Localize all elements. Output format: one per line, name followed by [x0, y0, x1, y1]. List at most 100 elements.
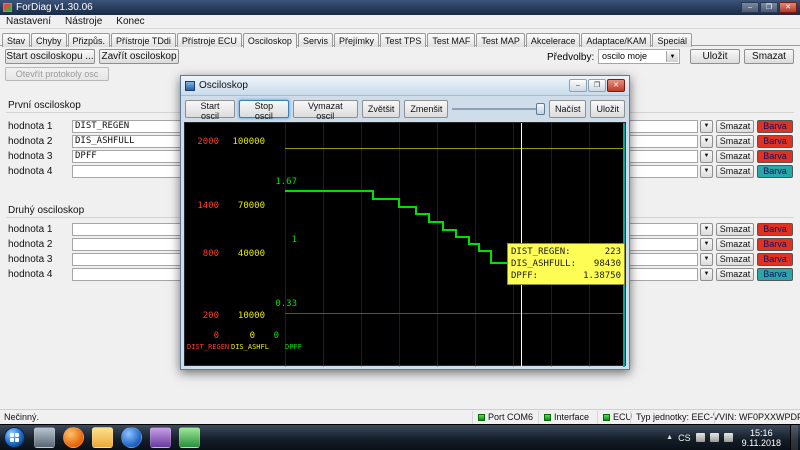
value-dropdown-button[interactable]: ▼	[700, 165, 713, 178]
row-color-button[interactable]: Barva	[757, 165, 793, 178]
preset-delete-button[interactable]: Smazat	[744, 49, 794, 64]
scope-minimize-button[interactable]: –	[569, 79, 587, 92]
tab-test-maf[interactable]: Test MAF	[427, 33, 475, 47]
row-color-button[interactable]: Barva	[757, 223, 793, 236]
status-unit-type: Typ jednotky: EEC-V	[636, 412, 719, 422]
status-vin: VIN: WF0PXXWPDP9M8780	[719, 412, 800, 422]
scope-zoom-in-button[interactable]: Zvětšit	[362, 100, 401, 118]
media-player-icon[interactable]	[121, 427, 142, 448]
window-title: ForDiag v1.30.06	[16, 2, 93, 13]
start-button[interactable]	[4, 427, 25, 448]
presets-label: Předvolby:	[547, 52, 594, 63]
menu-konec[interactable]: Konec	[116, 16, 144, 27]
open-protocols-button: Otevřít protokoly osc	[5, 67, 109, 81]
row-color-button[interactable]: Barva	[757, 238, 793, 251]
preset-save-button[interactable]: Uložit	[690, 49, 740, 64]
row-color-button[interactable]: Barva	[757, 150, 793, 163]
presets-dropdown-icon[interactable]: ▼	[666, 51, 678, 62]
row-label: hodnota 2	[8, 239, 53, 250]
value-dropdown-button[interactable]: ▼	[700, 253, 713, 266]
scope-toolbar: Start oscil Stop oscil Vymazat oscil Zvě…	[181, 96, 629, 122]
tab-adaptace-kam[interactable]: Adaptace/KAM	[581, 33, 651, 47]
language-indicator[interactable]: CS	[678, 433, 691, 443]
desktop: ForDiag v1.30.06 – ❐ ✕ Nastavení Nástroj…	[0, 0, 800, 450]
axis-zero: 0	[187, 331, 219, 341]
firefox-icon[interactable]	[63, 427, 84, 448]
tooltip-row: DPFF:1.38750	[511, 270, 621, 282]
row-delete-button[interactable]: Smazat	[716, 120, 754, 133]
row-label: hodnota 1	[8, 224, 53, 235]
status-ecu: ECU	[603, 412, 632, 422]
taskbar-app-icon[interactable]	[150, 427, 171, 448]
row-delete-button[interactable]: Smazat	[716, 268, 754, 281]
volume-icon[interactable]	[710, 433, 719, 442]
taskbar-clock[interactable]: 15:16 9.11.2018	[738, 428, 785, 448]
tab-test-map[interactable]: Test MAP	[476, 33, 525, 47]
value-dropdown-button[interactable]: ▼	[700, 223, 713, 236]
zoom-slider[interactable]	[452, 100, 545, 118]
value-dropdown-button[interactable]: ▼	[700, 238, 713, 251]
tooltip-row: DIST_REGEN:223	[511, 246, 621, 258]
tab-pristroje-ecu[interactable]: Přístroje ECU	[177, 33, 242, 47]
row-delete-button[interactable]: Smazat	[716, 238, 754, 251]
tab-prejimky[interactable]: Přejímky	[334, 33, 379, 47]
row-delete-button[interactable]: Smazat	[716, 150, 754, 163]
tab-special[interactable]: Speciál	[652, 33, 692, 47]
tab-servis[interactable]: Servis	[298, 33, 333, 47]
zoom-slider-thumb[interactable]	[536, 103, 545, 115]
scope-plot-area[interactable]: DIST_REGEN:223 DIS_ASHFULL:98430 DPFF:1.…	[285, 123, 625, 367]
tab-test-tps[interactable]: Test TPS	[380, 33, 426, 47]
menu-nastroje[interactable]: Nástroje	[65, 16, 102, 27]
minimize-button[interactable]: –	[741, 2, 759, 13]
scope-stop-button[interactable]: Stop oscil	[239, 100, 289, 118]
maximize-button[interactable]: ❐	[760, 2, 778, 13]
tab-stav[interactable]: Stav	[2, 33, 30, 47]
axis-tick: 200	[187, 311, 219, 321]
section1-title: První osciloskop	[8, 100, 87, 111]
row-color-button[interactable]: Barva	[757, 120, 793, 133]
presets-combobox[interactable]: oscilo moje ▼	[598, 49, 680, 64]
taskbar-app-icon[interactable]	[179, 427, 200, 448]
tab-akcelerace[interactable]: Akcelerace	[526, 33, 581, 47]
taskbar-app-icon[interactable]	[34, 427, 55, 448]
tray-chevron-up-icon[interactable]: ▲	[666, 434, 673, 441]
row-delete-button[interactable]: Smazat	[716, 165, 754, 178]
value-dropdown-button[interactable]: ▼	[700, 150, 713, 163]
row-delete-button[interactable]: Smazat	[716, 223, 754, 236]
value-dropdown-button[interactable]: ▼	[700, 135, 713, 148]
tooltip-row: DIS_ASHFULL:98430	[511, 258, 621, 270]
row-delete-button[interactable]: Smazat	[716, 253, 754, 266]
clock-date: 9.11.2018	[742, 438, 781, 448]
tab-chyby[interactable]: Chyby	[31, 33, 67, 47]
scope-start-button[interactable]: Start oscil	[185, 100, 235, 118]
windows-flag-icon	[10, 433, 19, 442]
network-icon[interactable]	[724, 433, 733, 442]
show-desktop-button[interactable]	[790, 425, 798, 450]
explorer-folder-icon[interactable]	[92, 427, 113, 448]
row-label: hodnota 3	[8, 151, 53, 162]
close-button[interactable]: ✕	[779, 2, 797, 13]
row-color-button[interactable]: Barva	[757, 253, 793, 266]
value-dropdown-button[interactable]: ▼	[700, 120, 713, 133]
keyboard-layout-icon[interactable]	[696, 433, 705, 442]
row-delete-button[interactable]: Smazat	[716, 135, 754, 148]
scope-close-button[interactable]: ✕	[607, 79, 625, 92]
start-oscilloscope-button[interactable]: Start osciloskopu ...	[5, 49, 95, 64]
value-dropdown-button[interactable]: ▼	[700, 268, 713, 281]
scope-load-button[interactable]: Načíst	[549, 100, 587, 118]
scope-clear-button[interactable]: Vymazat oscil	[293, 100, 358, 118]
row-color-button[interactable]: Barva	[757, 135, 793, 148]
axis-tick: 70000	[223, 201, 265, 211]
scope-maximize-button[interactable]: ❐	[588, 79, 606, 92]
menu-nastaveni[interactable]: Nastavení	[6, 16, 51, 27]
tab-prizpus[interactable]: Přizpůs.	[68, 33, 111, 47]
row-color-button[interactable]: Barva	[757, 268, 793, 281]
zoom-slider-track[interactable]	[452, 108, 545, 110]
scope-save-button[interactable]: Uložit	[590, 100, 625, 118]
close-oscilloscope-button[interactable]: Zavřít osciloskop	[99, 49, 179, 64]
scope-zoom-out-button[interactable]: Zmenšit	[404, 100, 448, 118]
port-ok-led	[478, 414, 485, 421]
tab-osciloskop[interactable]: Osciloskop	[243, 33, 297, 48]
tab-pristroje-tddi[interactable]: Přístroje TDdi	[111, 33, 176, 47]
row-label: hodnota 4	[8, 166, 53, 177]
